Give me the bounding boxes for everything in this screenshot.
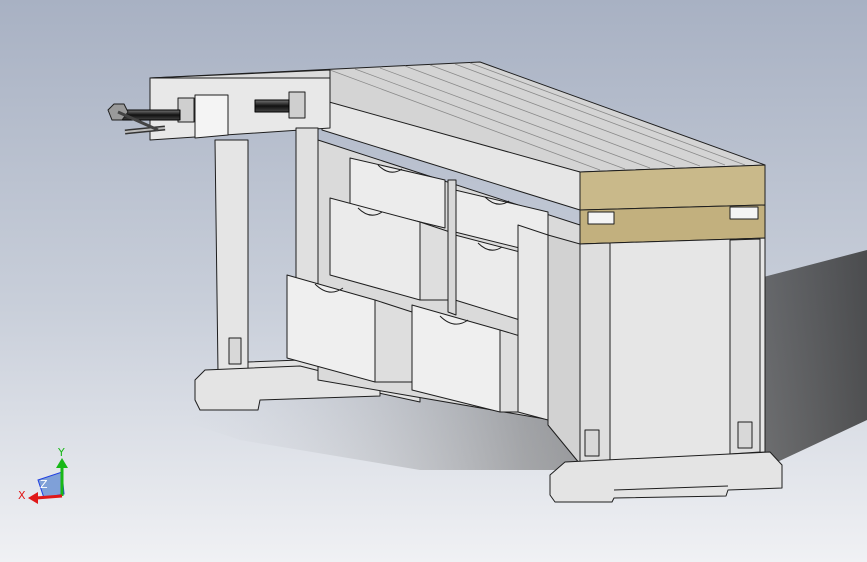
cabinet-divider [447,179,457,316]
workbench-3d-model[interactable]: X Y Z [0,0,867,562]
triad-z-label: Z [40,478,48,491]
x-axis-icon [35,494,63,500]
drawer-mid-1-side [419,221,451,301]
end-cap-slot-right [729,206,759,220]
drawer-bottom-1-side [374,299,413,383]
left-leg-cutout [228,337,242,365]
cad-graphics-viewport[interactable]: X Y Z [0,0,867,562]
vise-nut-inner [288,91,306,119]
end-cap-slot-left [587,211,615,225]
cabinet-divider-2 [517,224,549,421]
triad-x-label: X [18,489,26,502]
vise-screw-rear [254,99,290,113]
vise-face [194,94,229,139]
worktop-end-cap-upper [579,164,766,211]
triad-y-label: Y [57,446,65,459]
side-cutout-left [584,429,600,457]
cabinet-end-gap [547,234,581,465]
drawer-bottom-2-side [499,329,521,413]
left-leg-front [214,139,249,373]
side-cutout-right [737,421,753,449]
